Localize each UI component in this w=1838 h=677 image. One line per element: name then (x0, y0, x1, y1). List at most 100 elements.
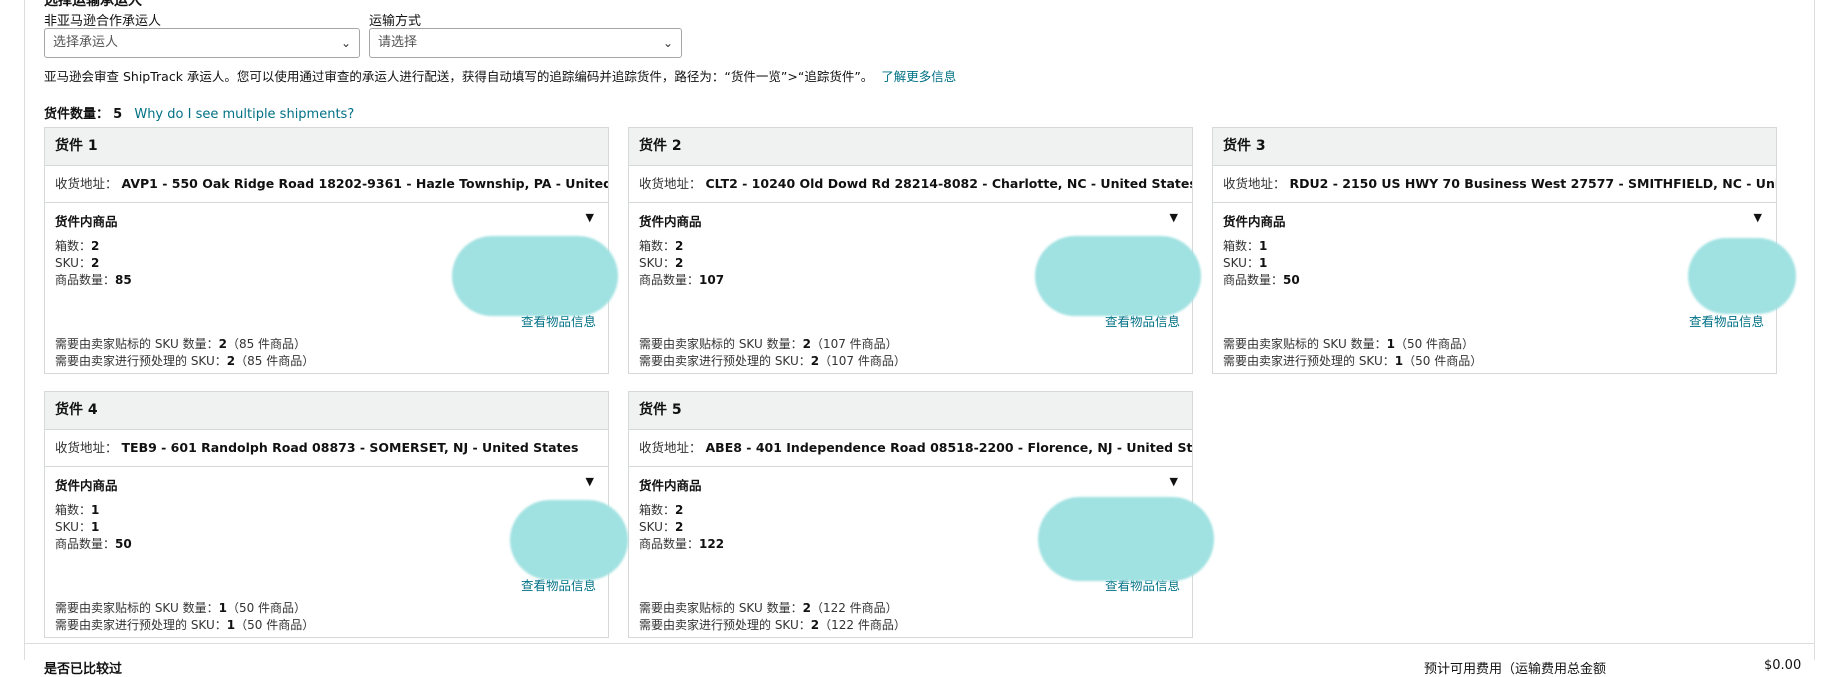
redaction-blob (1035, 236, 1201, 316)
sku-value: 2 (674, 256, 684, 270)
ship-to-value: AVP1 - 550 Oak Ridge Road 18202-9361 - H… (121, 176, 609, 191)
label-sku-units: （122 件商品） (810, 601, 898, 615)
label-sku-note: 需要由卖家贴标的 SKU 数量：2（122 件商品） (639, 599, 898, 616)
prep-sku-count: 2 (226, 354, 236, 368)
prep-sku-count: 1 (226, 618, 236, 632)
prep-sku-count: 1 (1394, 354, 1404, 368)
redaction-blob (1038, 497, 1214, 581)
label-sku-note: 需要由卖家贴标的 SKU 数量：2（85 件商品） (55, 335, 306, 352)
units-stat: 商品数量：122 (639, 535, 724, 552)
units-value: 122 (699, 537, 725, 551)
label-sku-note: 需要由卖家贴标的 SKU 数量：1（50 件商品） (1223, 335, 1474, 352)
ship-to-label: 收货地址： (55, 176, 118, 191)
label-sku-count: 1 (1386, 337, 1395, 351)
ship-to-label: 收货地址： (1223, 176, 1286, 191)
sku-value: 2 (674, 520, 684, 534)
label-sku-units: （107 件商品） (810, 337, 898, 351)
shiptrack-info: 亚马逊会审查 ShipTrack 承运人。您可以使用通过审查的承运人进行配送，获… (44, 66, 956, 85)
shipment-count-label: 货件数量： (44, 107, 110, 122)
expand-toggle-icon[interactable]: ▼ (1754, 211, 1762, 224)
contents-title: 货件内商品 (1223, 214, 1286, 229)
boxes-label: 箱数： (55, 239, 92, 253)
redaction-blob (510, 500, 628, 580)
ship-to-address: 收货地址： AVP1 - 550 Oak Ridge Road 18202-93… (45, 166, 608, 203)
ship-to-label: 收货地址： (639, 176, 702, 191)
footer-row: 是否已比较过 预计可用费用（运输费用总金额 $0.00 (24, 643, 1814, 677)
boxes-stat: 箱数：2 (639, 501, 683, 518)
section-title: 选择运输承运人 (44, 0, 142, 9)
sku-value: 1 (90, 520, 100, 534)
units-label: 商品数量： (1223, 273, 1284, 287)
prep-sku-units: （107 件商品） (819, 354, 906, 368)
multiple-shipments-help-link[interactable]: Why do I see multiple shipments? (134, 107, 354, 122)
prep-sku-note-label: 需要由卖家进行预处理的 SKU： (639, 354, 811, 368)
shipment-card: 货件 3 收货地址： RDU2 - 2150 US HWY 70 Busines… (1212, 127, 1777, 374)
boxes-value: 2 (675, 239, 684, 253)
label-sku-count: 2 (218, 337, 227, 351)
boxes-label: 箱数： (55, 503, 92, 517)
prep-sku-count: 2 (810, 618, 820, 632)
footer-right-text: $0.00 (1764, 658, 1802, 673)
label-sku-count: 2 (802, 601, 811, 615)
contents-title: 货件内商品 (639, 478, 702, 493)
sku-value: 1 (1258, 256, 1268, 270)
label-sku-count: 2 (802, 337, 811, 351)
shipment-count-value: 5 (113, 107, 123, 122)
page-border-left (24, 0, 25, 660)
prep-sku-note-label: 需要由卖家进行预处理的 SKU： (639, 618, 811, 632)
boxes-label: 箱数： (639, 503, 676, 517)
label-sku-note: 需要由卖家贴标的 SKU 数量：1（50 件商品） (55, 599, 306, 616)
ship-to-value: TEB9 - 601 Randolph Road 08873 - SOMERSE… (121, 440, 579, 455)
boxes-value: 2 (91, 239, 100, 253)
sku-stat: SKU：2 (639, 254, 683, 271)
sku-label: SKU： (55, 256, 91, 270)
shipping-method-label: 运输方式 (369, 14, 422, 29)
learn-more-link[interactable]: 了解更多信息 (881, 69, 956, 84)
ship-to-label: 收货地址： (639, 440, 702, 455)
boxes-value: 1 (91, 503, 100, 517)
prep-sku-note-label: 需要由卖家进行预处理的 SKU： (1223, 354, 1395, 368)
expand-toggle-icon[interactable]: ▼ (586, 211, 594, 224)
prep-sku-note: 需要由卖家进行预处理的 SKU：2（122 件商品） (639, 616, 906, 633)
carrier-label: 非亚马逊合作承运人 (44, 14, 162, 29)
sku-stat: SKU：1 (55, 518, 99, 535)
label-sku-units: （85 件商品） (226, 337, 307, 351)
ship-to-value: ABE8 - 401 Independence Road 08518-2200 … (705, 440, 1193, 455)
contents-title: 货件内商品 (55, 214, 118, 229)
label-sku-count: 1 (218, 601, 227, 615)
label-sku-note-label: 需要由卖家贴标的 SKU 数量： (55, 337, 219, 351)
chevron-down-icon: ⌄ (340, 36, 351, 50)
prep-sku-units: （85 件商品） (235, 354, 315, 368)
label-sku-units: （50 件商品） (1394, 337, 1475, 351)
shipping-method-select-value: 请选择 (378, 35, 418, 50)
boxes-value: 1 (1259, 239, 1268, 253)
prep-sku-note-label: 需要由卖家进行预处理的 SKU： (55, 354, 227, 368)
shipment-title: 货件 4 (45, 392, 608, 430)
units-stat: 商品数量：85 (55, 271, 132, 288)
sku-stat: SKU：2 (55, 254, 99, 271)
units-label: 商品数量： (55, 537, 116, 551)
boxes-stat: 箱数：1 (55, 501, 99, 518)
redaction-blob (452, 236, 618, 316)
chevron-down-icon: ⌄ (662, 36, 673, 50)
page-border-right (1814, 0, 1815, 660)
expand-toggle-icon[interactable]: ▼ (586, 475, 594, 488)
boxes-stat: 箱数：1 (1223, 237, 1267, 254)
carrier-select[interactable]: 选择承运人 ⌄ (44, 28, 360, 58)
boxes-stat: 箱数：2 (639, 237, 683, 254)
units-stat: 商品数量：107 (639, 271, 724, 288)
units-stat: 商品数量：50 (55, 535, 132, 552)
shipping-method-select[interactable]: 请选择 ⌄ (369, 28, 682, 58)
footer-mid-text: 预计可用费用（运输费用总金额 (1424, 662, 1607, 677)
label-sku-note-label: 需要由卖家贴标的 SKU 数量： (639, 601, 803, 615)
sku-label: SKU： (639, 520, 675, 534)
expand-toggle-icon[interactable]: ▼ (1170, 475, 1178, 488)
units-stat: 商品数量：50 (1223, 271, 1300, 288)
footer-left-text: 是否已比较过 (44, 662, 123, 677)
shipment-title: 货件 1 (45, 128, 608, 166)
shipment-title: 货件 3 (1213, 128, 1776, 166)
shipment-count: 货件数量： 5 Why do I see multiple shipments? (44, 103, 354, 122)
units-label: 商品数量： (639, 537, 700, 551)
shipment-title: 货件 5 (629, 392, 1192, 430)
expand-toggle-icon[interactable]: ▼ (1170, 211, 1178, 224)
